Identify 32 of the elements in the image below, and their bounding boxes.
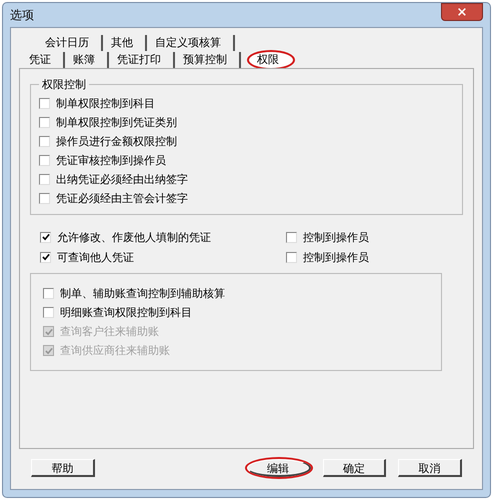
checkbox[interactable] — [43, 307, 54, 318]
checkbox-option[interactable]: 制单权限控制到科目 — [39, 94, 456, 113]
dialog-button[interactable]: 取消 — [398, 459, 462, 477]
checkbox-option[interactable]: 凭证必须经由主管会计签字 — [39, 189, 456, 208]
checkbox-option[interactable]: 明细账查询权限控制到科目 — [43, 303, 433, 322]
checkbox[interactable] — [39, 117, 50, 128]
checkbox[interactable] — [286, 232, 297, 242]
checkbox[interactable] — [39, 136, 50, 147]
checkbox-option[interactable]: 凭证审核控制到操作员 — [39, 151, 456, 170]
dialog-button[interactable]: 编辑 — [246, 459, 310, 477]
close-button[interactable]: × — [441, 3, 483, 21]
checkbox[interactable] — [39, 98, 50, 109]
checkbox[interactable] — [43, 288, 54, 299]
dialog-button[interactable]: 确定 — [322, 459, 386, 477]
checkbox[interactable] — [39, 193, 50, 204]
checkbox-option[interactable]: 控制到操作员 — [286, 247, 369, 267]
checkbox-option[interactable]: 出纳凭证必须经由出纳签字 — [39, 170, 456, 189]
tab[interactable]: 权限 — [249, 52, 293, 68]
checkbox-option[interactable]: 操作员进行金额权限控制 — [39, 132, 456, 151]
group-title: 权限控制 — [41, 77, 87, 92]
checkbox-option[interactable]: 制单、辅助账查询控制到辅助核算 — [43, 284, 433, 303]
checkbox-option[interactable]: 制单权限控制到凭证类别 — [39, 113, 456, 132]
checkbox[interactable] — [286, 252, 297, 262]
checkbox[interactable] — [40, 232, 51, 242]
checkbox-option[interactable]: 控制到操作员 — [286, 227, 369, 247]
checkbox[interactable] — [39, 174, 50, 185]
window-title: 选项 — [10, 6, 34, 24]
checkbox-option[interactable]: 允许修改、作废他人填制的凭证 — [40, 227, 286, 247]
dialog-button[interactable]: 帮助 — [31, 459, 95, 477]
checkbox-option[interactable]: 可查询他人凭证 — [40, 247, 286, 267]
checkbox[interactable] — [40, 252, 51, 262]
checkbox[interactable] — [39, 155, 50, 166]
